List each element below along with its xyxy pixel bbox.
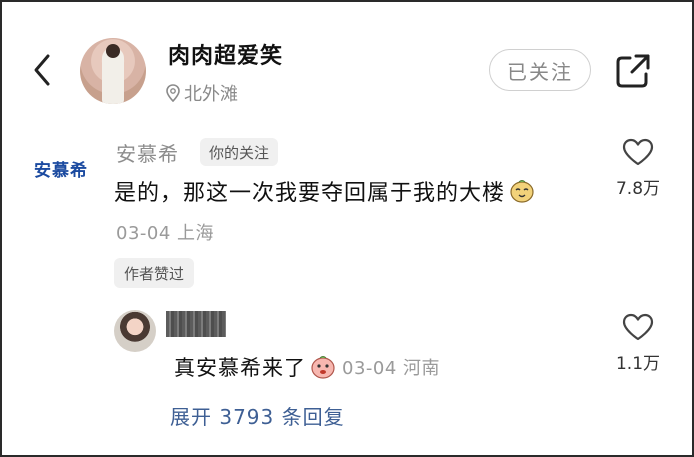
- author-liked-badge: 作者赞过: [114, 258, 195, 288]
- smug-emoji-icon: [510, 180, 534, 203]
- reply-body: 真安慕希来了: [174, 356, 306, 380]
- page-title: 肉肉超爱笑: [168, 44, 284, 69]
- reply-region: 河南: [403, 358, 441, 379]
- location-text: 北外滩: [184, 84, 238, 105]
- chevron-left-icon: [34, 54, 50, 86]
- heart-outline-icon: [622, 313, 654, 341]
- reply-avatar[interactable]: [114, 310, 156, 352]
- reply-meta: 03-04 河南: [342, 354, 440, 380]
- comment-body: 是的，那这一次我要夺回属于我的大楼: [114, 181, 506, 206]
- back-button[interactable]: [28, 50, 58, 90]
- comment-like-button[interactable]: 7.8万: [612, 138, 664, 199]
- expand-replies-link[interactable]: 展开 3793 条回复: [170, 401, 345, 430]
- reply-text: 真安慕希来了 03-04 河南: [174, 352, 440, 382]
- reply-date: 03-04: [342, 358, 397, 379]
- reply-username-redacted: [166, 311, 226, 337]
- location-pin-icon: [166, 84, 180, 102]
- share-button[interactable]: [614, 52, 652, 90]
- author-avatar[interactable]: [80, 38, 146, 104]
- reply-like-count: 1.1万: [615, 354, 661, 374]
- commenter-name[interactable]: 安慕希: [116, 138, 179, 167]
- heart-outline-icon: [622, 138, 654, 166]
- location-label: 北外滩: [166, 80, 238, 106]
- share-icon: [616, 54, 650, 88]
- reply-like-button[interactable]: 1.1万: [612, 313, 664, 374]
- follow-button[interactable]: 已关注: [489, 49, 591, 91]
- following-tag: 你的关注: [200, 138, 279, 166]
- comment-region: 上海: [177, 223, 215, 244]
- comment-date: 03-04: [116, 223, 171, 244]
- comment-text: 是的，那这一次我要夺回属于我的大楼: [114, 175, 535, 207]
- comment-meta: 03-04 上海: [116, 219, 214, 245]
- comment-like-count: 7.8万: [615, 179, 661, 199]
- peach-emoji-icon: [311, 356, 335, 379]
- commenter-avatar-logo[interactable]: 安慕希: [22, 138, 100, 198]
